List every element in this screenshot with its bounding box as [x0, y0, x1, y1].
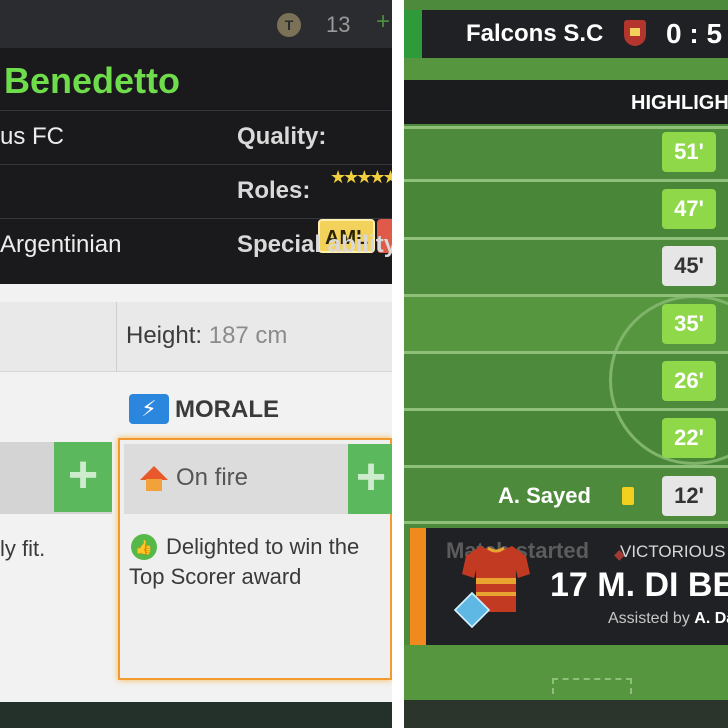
fitness-add-button[interactable]: +: [54, 442, 112, 512]
assist-label: Assisted by: [608, 610, 690, 627]
morale-heading: MORALE: [175, 396, 279, 423]
team-name: Falcons S.C: [466, 20, 604, 47]
player-header: Benedetto us FC Quality: ★★★★★ Roles: AM…: [0, 48, 392, 284]
team-crest-icon: [624, 20, 646, 46]
quality-label: Quality:: [237, 123, 327, 150]
fitness-status: ly fit.: [0, 536, 46, 561]
pitch-line: [404, 521, 728, 524]
player-profile-panel: T 13 + Benedetto us FC Quality: ★★★★★ Ro…: [0, 0, 392, 728]
penalty-box-line: [552, 678, 632, 694]
pitch-line: [404, 465, 728, 468]
morale-reason-line2: Top Scorer award: [129, 564, 302, 589]
highlight-minute[interactable]: 47': [662, 189, 716, 229]
highlight-minute[interactable]: 26': [662, 361, 716, 401]
assist-player: A. Da: [694, 610, 728, 627]
morale-reason-line1: Delighted to win the: [166, 534, 360, 559]
pitch-line: [404, 126, 728, 129]
nationality: Argentinian: [0, 231, 122, 258]
height-stat: Height: 187 cm: [126, 322, 287, 350]
assist-line: Assisted by A. Da: [608, 610, 728, 628]
morale-add-button[interactable]: +: [348, 444, 392, 514]
arrow-up-icon: [140, 466, 168, 480]
height-value: 187 cm: [208, 322, 288, 349]
match-highlights-panel: Falcons S.C 0 : 5 HIGHLIGHT 51' 47' 45' …: [404, 0, 728, 728]
highlight-minute[interactable]: 45': [662, 246, 716, 286]
player-details-card: Height: 187 cm ⚡ MORALE + ly fit. On fir…: [0, 284, 392, 702]
roles-label: Roles:: [237, 177, 311, 204]
footer-strip: [0, 702, 392, 728]
victorious-label: VICTORIOUS: [620, 542, 726, 561]
pitch-line: [404, 408, 728, 411]
thumbs-up-icon: 👍: [131, 534, 157, 560]
highlights-title: HIGHLIGHT: [631, 92, 728, 114]
highlights-header: HIGHLIGHT: [404, 80, 728, 124]
special-ability-label: Special ability: [237, 231, 392, 258]
row-club-quality: us FC Quality:: [0, 110, 392, 164]
goal-event-card[interactable]: Match started ◆ VICTORIOUS 17 M. DI BE A…: [410, 528, 728, 645]
bottom-strip: [404, 700, 728, 728]
booking-player: A. Sayed: [498, 483, 591, 508]
highlight-minute[interactable]: 12': [662, 476, 716, 516]
pitch-line: [404, 294, 728, 297]
team-color-accent: [404, 10, 422, 58]
coin-count: 13: [326, 12, 351, 37]
row-roles: Roles:: [0, 164, 392, 218]
lightning-icon: ⚡: [129, 394, 169, 424]
pitch-line: [404, 179, 728, 182]
divider: [116, 302, 117, 372]
highlight-minute[interactable]: 22': [662, 418, 716, 458]
buy-coins-button[interactable]: +: [376, 8, 390, 36]
scoreboard: Falcons S.C 0 : 5: [404, 10, 728, 58]
pitch-line: [404, 351, 728, 354]
event-accent: [410, 528, 426, 645]
club-name: us FC: [0, 123, 65, 150]
goal-scorer: 17 M. DI BE: [550, 566, 728, 604]
currency-bar: T 13 +: [0, 0, 392, 44]
match-score: 0 : 5: [666, 18, 723, 49]
morale-status: On fire: [176, 464, 249, 491]
highlight-minute[interactable]: 35': [662, 304, 716, 344]
highlight-minute[interactable]: 51': [662, 132, 716, 172]
height-label: Height:: [126, 322, 203, 349]
morale-box: On fire + 👍 Delighted to win the Top Sco…: [118, 438, 392, 680]
player-name: Benedetto: [4, 60, 181, 101]
row-nationality: Argentinian Special ability: [0, 218, 392, 272]
coin-icon: T: [277, 13, 301, 37]
panel-separator: [392, 0, 404, 728]
arrow-up-icon-stem: [146, 479, 162, 491]
pitch-line: [404, 237, 728, 240]
yellow-card-icon: [622, 487, 634, 505]
